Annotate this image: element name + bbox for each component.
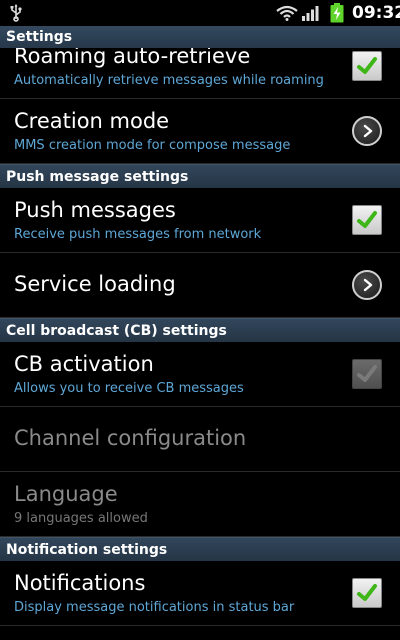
item-subtitle: MMS creation mode for compose message — [14, 138, 291, 153]
usb-icon — [10, 4, 22, 26]
item-title: Service loading — [14, 272, 176, 296]
section-header-push: Push message settings — [0, 164, 400, 188]
notifications-checkbox[interactable] — [352, 578, 382, 608]
item-title: Language — [14, 482, 118, 506]
status-bar: 09:32 — [0, 0, 400, 26]
status-time: 09:32 — [352, 3, 400, 23]
wifi-icon — [276, 5, 298, 25]
item-title: Creation mode — [14, 109, 170, 133]
section-header-cb: Cell broadcast (CB) settings — [0, 318, 400, 342]
item-subtitle: Automatically retrieve messages while ro… — [14, 73, 324, 88]
chevron-right-icon[interactable] — [352, 270, 382, 300]
roaming-auto-retrieve-item[interactable]: Roaming auto-retrieve Automatically retr… — [0, 48, 400, 99]
item-subtitle: Receive push messages from network — [14, 227, 262, 242]
roaming-auto-retrieve-checkbox[interactable] — [352, 51, 382, 81]
settings-list[interactable]: Roaming auto-retrieve Automatically retr… — [0, 48, 400, 640]
push-messages-checkbox[interactable] — [352, 205, 382, 235]
item-title: Roaming auto-retrieve — [14, 48, 251, 68]
item-title: CB activation — [14, 352, 154, 376]
signal-icon — [302, 5, 320, 25]
language-item: Language 9 languages allowed — [0, 472, 400, 537]
push-messages-item[interactable]: Push messages Receive push messages from… — [0, 188, 400, 253]
item-subtitle: Allows you to receive CB messages — [14, 381, 244, 396]
cb-activation-item[interactable]: CB activation Allows you to receive CB m… — [0, 342, 400, 407]
chevron-right-icon[interactable] — [352, 116, 382, 146]
item-title: Notifications — [14, 571, 146, 595]
item-title: Channel configuration — [14, 426, 247, 450]
item-subtitle: Display message notifications in status … — [14, 600, 295, 615]
notifications-item[interactable]: Notifications Display message notificati… — [0, 561, 400, 626]
item-subtitle: 9 languages allowed — [14, 511, 148, 526]
page-title: Settings — [0, 26, 400, 48]
service-loading-item[interactable]: Service loading — [0, 253, 400, 318]
item-title: Push messages — [14, 198, 176, 222]
creation-mode-item[interactable]: Creation mode MMS creation mode for comp… — [0, 99, 400, 164]
section-header-notification: Notification settings — [0, 537, 400, 561]
cb-activation-checkbox[interactable] — [352, 359, 382, 389]
channel-configuration-item: Channel configuration — [0, 407, 400, 472]
battery-charging-icon — [330, 3, 344, 27]
